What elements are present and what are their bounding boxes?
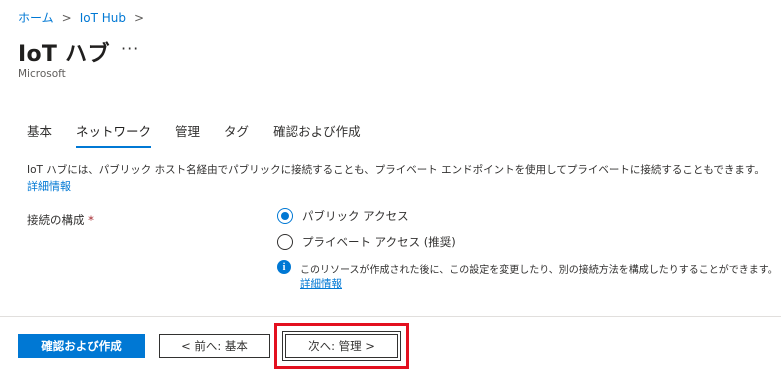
radio-unselected-icon[interactable] [277, 234, 293, 250]
info-message: このリソースが作成された後に、この設定を変更したり、別の接続方法を構成したりする… [300, 265, 778, 276]
review-create-button[interactable]: 確認および作成 [18, 334, 145, 358]
radio-private-access-label: プライベート アクセス (推奨) [302, 235, 456, 249]
tab-basics[interactable]: 基本 [27, 121, 52, 148]
required-indicator: * [88, 213, 94, 227]
tab-review-create[interactable]: 確認および作成 [273, 121, 361, 148]
radio-public-access[interactable]: パブリック アクセス [277, 208, 409, 224]
footer-divider [0, 316, 781, 317]
tab-networking[interactable]: ネットワーク [76, 121, 152, 148]
breadcrumb-iothub-link[interactable]: IoT Hub [80, 11, 126, 25]
connectivity-label-text: 接続の構成 [27, 213, 85, 227]
highlight-box [274, 323, 409, 369]
connectivity-label: 接続の構成 * [27, 212, 94, 228]
previous-button[interactable]: < 前へ: 基本 [159, 334, 270, 358]
info-icon: i [277, 260, 291, 274]
chevron-right-icon: > [133, 10, 145, 25]
breadcrumb: ホーム > IoT Hub > [18, 9, 152, 26]
info-learn-more-link[interactable]: 詳細情報 [300, 276, 342, 291]
wizard-tabs: 基本 ネットワーク 管理 タグ 確認および作成 [27, 121, 385, 148]
page-title: IoT ハブ [18, 42, 110, 67]
tab-management[interactable]: 管理 [175, 121, 200, 148]
learn-more-link[interactable]: 詳細情報 [27, 178, 71, 194]
chevron-right-icon: > [61, 10, 72, 25]
radio-selected-icon[interactable] [277, 208, 293, 224]
publisher-name: Microsoft [18, 68, 66, 80]
more-options-icon[interactable]: ··· [121, 39, 139, 58]
tab-tags[interactable]: タグ [224, 121, 249, 148]
network-description: IoT ハブには、パブリック ホスト名経由でパブリックに接続することも、プライベ… [27, 164, 765, 176]
radio-private-access[interactable]: プライベート アクセス (推奨) [277, 234, 456, 250]
radio-public-access-label: パブリック アクセス [302, 209, 409, 223]
breadcrumb-home-link[interactable]: ホーム [18, 9, 54, 26]
